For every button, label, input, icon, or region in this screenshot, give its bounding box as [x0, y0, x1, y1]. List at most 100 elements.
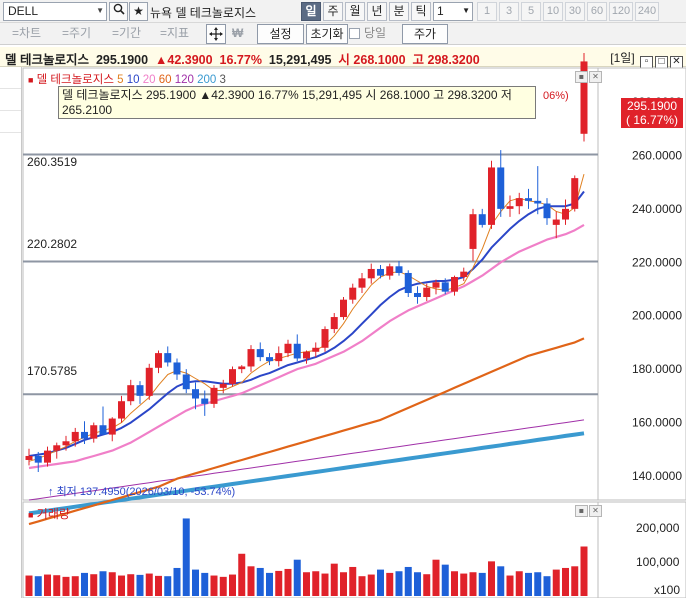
volume-title: 거래량 [36, 507, 70, 521]
legend-ma3[interactable]: 3 [220, 74, 226, 86]
volume-bar [543, 576, 551, 596]
pane-close-icon[interactable]: ✕ [589, 71, 602, 83]
candle-body [321, 329, 329, 348]
candle-tooltip: 델 테크놀로지스 295.1900 ▲42.3900 16.77% 15,291… [58, 86, 536, 119]
legend-ma5[interactable]: 5 [117, 74, 123, 86]
volume-bar [404, 566, 412, 596]
low-annotation: ↑ 최저 137.4950(2026/03/10, -53.74%) [48, 483, 235, 499]
volume-bar [201, 572, 209, 596]
candle-body [53, 445, 61, 451]
legend-ma120[interactable]: 120 [175, 74, 194, 86]
volume-pane-minimize-icon[interactable]: ▪ [575, 505, 588, 517]
candle-body [377, 268, 384, 276]
volume-bar [358, 576, 366, 596]
candle-body [515, 198, 523, 207]
candle-body [293, 343, 301, 359]
level-label-2: 220.2802 [27, 237, 78, 251]
volume-bar [71, 576, 79, 596]
volume-bar [525, 572, 532, 596]
volume-legend: ■ 거래량 [28, 505, 70, 522]
pane-minimize-icon[interactable]: ▪ [575, 71, 588, 83]
candle-body [256, 349, 264, 358]
candle-body [312, 347, 320, 352]
volume-axis-200k: 200,000 [636, 521, 680, 535]
current-price-pct: ( 16.77%) [625, 113, 679, 127]
candle-body [423, 287, 431, 298]
arrow-up-icon: ↑ [48, 486, 54, 498]
candle-body [44, 450, 51, 463]
chart-legend: ■ 델 테크놀로지스 5 10 20 60 120 200 3 [28, 71, 226, 87]
volume-bar [432, 559, 440, 596]
candle-body [25, 455, 33, 460]
volume-bar [229, 574, 236, 596]
volume-bar [571, 566, 579, 596]
volume-bar [192, 569, 199, 596]
volume-bar [488, 561, 495, 596]
volume-bar [108, 572, 116, 596]
candle-body [192, 389, 199, 399]
volume-bar [321, 573, 329, 596]
volume-axis-100k: 100,000 [636, 555, 680, 569]
volume-bar [367, 574, 375, 596]
candle-body [266, 357, 273, 362]
price-axis-pane [597, 67, 686, 501]
volume-bar [182, 518, 190, 596]
legend-ma20[interactable]: 20 [143, 74, 156, 86]
volume-bar [256, 567, 264, 596]
candle-body [34, 455, 42, 463]
legend-ma60[interactable]: 60 [159, 74, 172, 86]
candle-body [127, 385, 135, 402]
level-label-3: 170.5785 [27, 364, 78, 378]
volume-bar [173, 567, 181, 596]
candle-body [460, 271, 468, 277]
volume-bar [303, 572, 310, 596]
candle-body [451, 276, 458, 292]
legend-title: 델 테크놀로지스 [36, 74, 114, 86]
volume-bar [534, 572, 542, 596]
volume-bar [62, 576, 70, 596]
candle-body [349, 287, 357, 300]
volume-bar [266, 572, 273, 596]
volume-bar [497, 566, 505, 596]
volume-bar [377, 569, 384, 596]
volume-bar [210, 575, 218, 596]
price-axis-label: 180.0000 [632, 362, 682, 376]
candle-body [118, 401, 125, 419]
volume-bar [552, 569, 560, 596]
volume-bar [34, 576, 42, 596]
volume-pane-close-icon[interactable]: ✕ [589, 505, 602, 517]
legend-marker-icon: ■ [28, 75, 34, 85]
price-axis-label: 140.0000 [632, 469, 682, 483]
volume-bar [275, 570, 283, 596]
candle-body [358, 278, 366, 288]
volume-bar [441, 564, 449, 596]
legend-ma10[interactable]: 10 [127, 74, 140, 86]
volume-bar [155, 575, 162, 596]
candle-body [552, 219, 560, 225]
candle-body [404, 272, 412, 294]
candle-body [173, 362, 181, 375]
volume-bar [451, 571, 458, 596]
candle-body [497, 167, 505, 209]
candle-body [155, 353, 162, 368]
candle-body [571, 178, 579, 209]
candle-body [219, 383, 227, 388]
candle-body [182, 374, 190, 390]
candle-body [275, 353, 283, 362]
current-price-tag: 295.1900 ( 16.77%) [621, 98, 683, 128]
candle-body [62, 441, 70, 446]
tooltip-line1: 델 테크놀로지스 295.1900 ▲42.3900 16.77% 15,291… [62, 88, 512, 102]
candle-body [81, 431, 88, 439]
candle-body [340, 299, 347, 318]
volume-bar [118, 575, 125, 596]
candle-body [145, 367, 153, 396]
candle-body [478, 214, 486, 225]
volume-bar [395, 571, 403, 596]
candle-body [441, 282, 449, 292]
candle-body [488, 167, 495, 225]
volume-bar [99, 571, 107, 596]
volume-bar [469, 572, 477, 596]
legend-ma200[interactable]: 200 [197, 74, 216, 86]
volume-bar [164, 576, 172, 596]
candle-body [229, 369, 236, 384]
